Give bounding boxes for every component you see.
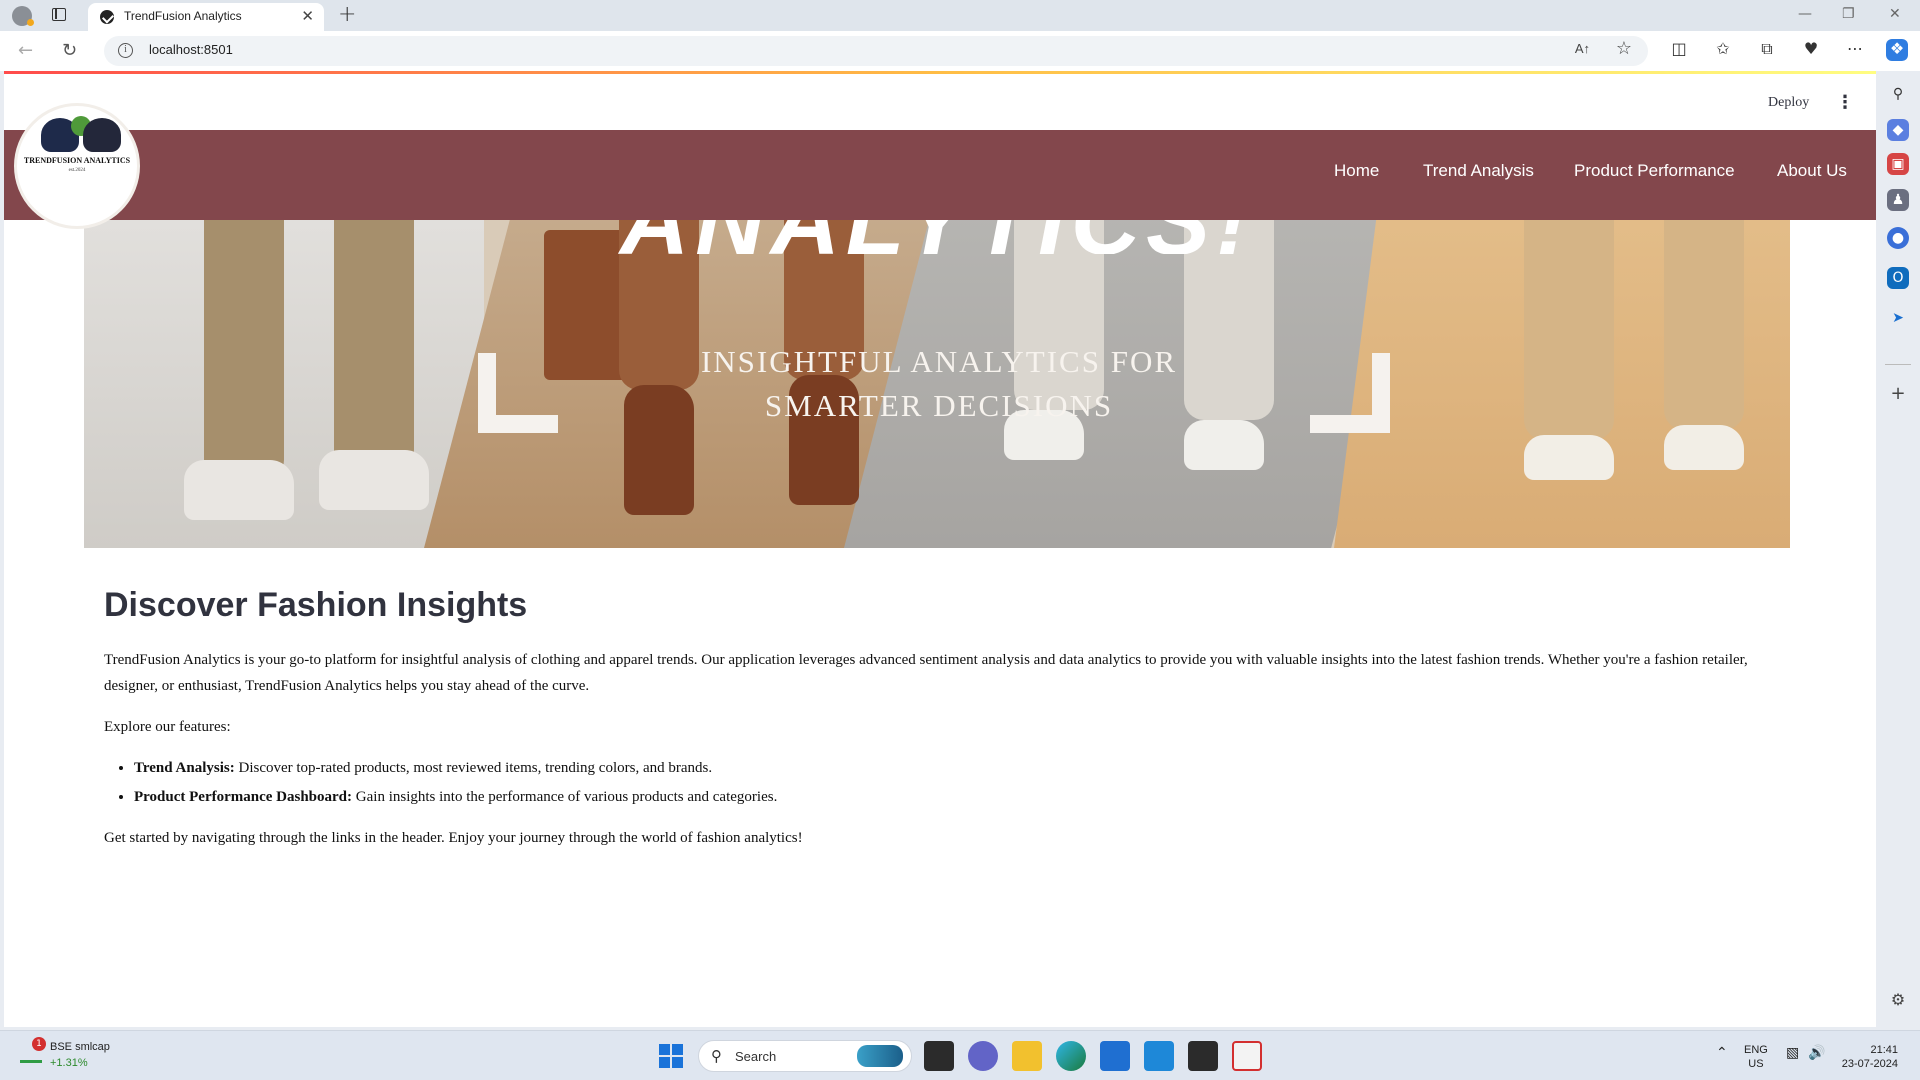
new-tab-button[interactable]: +	[338, 2, 356, 27]
feature-title: Trend Analysis:	[134, 760, 235, 776]
hero-shoe	[1664, 425, 1744, 470]
hero-shoe	[319, 450, 429, 510]
streamlit-decoration-bar	[4, 71, 1876, 74]
web-page: Deploy ⋮ ANALYTICS! INSIGHTFUL ANALYTICS…	[4, 71, 1876, 1027]
main-menu-icon[interactable]: ⋮	[1836, 93, 1854, 113]
nav-product-performance[interactable]: Product Performance	[1574, 161, 1735, 181]
site-favicon-icon	[100, 10, 114, 24]
main-content: Discover Fashion Insights TrendFusion An…	[104, 586, 1784, 866]
browser-essentials-icon[interactable]: ♥	[1800, 39, 1822, 61]
sidebar-outlook-icon[interactable]: O	[1887, 267, 1909, 289]
hero-bracket-right	[1310, 353, 1390, 433]
sidebar-shopping-icon[interactable]: ◆	[1887, 119, 1909, 141]
minimize-button[interactable]: —	[1798, 6, 1812, 22]
language-top: ENG	[1744, 1044, 1768, 1056]
start-button[interactable]	[656, 1041, 686, 1071]
volume-icon[interactable]: 🔊	[1808, 1045, 1825, 1059]
edge-sidebar: ⚲ ◆ ▣ ♟ ● O ➤ + ⚙	[1877, 71, 1920, 1027]
tab-title: TrendFusion Analytics	[124, 9, 242, 23]
sidebar-separator	[1885, 364, 1911, 365]
window-close-button[interactable]: ✕	[1889, 6, 1901, 22]
logo-figure-right	[83, 118, 121, 152]
feature-text: Gain insights into the performance of va…	[352, 789, 778, 805]
feature-title: Product Performance Dashboard:	[134, 789, 353, 805]
brand-logo[interactable]: TRENDFUSION ANALYTICS est.2024	[14, 103, 140, 229]
hero-shoe	[184, 460, 294, 520]
nav-about-us[interactable]: About Us	[1777, 161, 1847, 181]
collections-icon[interactable]: ⧉	[1756, 39, 1778, 61]
vscode-icon[interactable]	[1144, 1041, 1174, 1071]
windows-taskbar: 1 BSE smlcap +1.31% ⚲ Search ⌃ ENG US ▧ …	[0, 1030, 1920, 1080]
read-aloud-icon[interactable]: A↑	[1575, 41, 1590, 56]
page-heading: Discover Fashion Insights	[104, 586, 528, 624]
clock[interactable]: 21:41 23-07-2024	[1834, 1043, 1898, 1071]
features-lead: Explore our features:	[104, 719, 231, 735]
language-indicator[interactable]: ENG US	[1744, 1043, 1768, 1071]
tab-actions-icon[interactable]	[52, 8, 66, 21]
refresh-icon[interactable]: ↻	[62, 40, 77, 61]
sidebar-tools-icon[interactable]: ▣	[1887, 153, 1909, 175]
copilot-icon[interactable]: ❖	[1886, 39, 1908, 61]
profile-avatar-icon[interactable]	[12, 6, 34, 26]
back-icon[interactable]: ←	[18, 40, 33, 61]
search-icon: ⚲	[711, 1047, 722, 1065]
feature-item: Product Performance Dashboard: Gain insi…	[134, 784, 1784, 810]
url-field[interactable]: i localhost:8501 A↑ ☆	[104, 36, 1648, 66]
split-screen-icon[interactable]: ◫	[1668, 39, 1690, 61]
sidebar-search-icon[interactable]: ⚲	[1887, 83, 1909, 105]
taskbar-search[interactable]: ⚲ Search	[698, 1040, 912, 1072]
clock-time: 21:41	[1870, 1044, 1898, 1056]
sidebar-settings-icon[interactable]: ⚙	[1887, 989, 1909, 1011]
sidebar-games-icon[interactable]: ♟	[1887, 189, 1909, 211]
tab-close-icon[interactable]: ✕	[301, 7, 314, 25]
stock-change: +1.31%	[50, 1057, 88, 1069]
search-label: Search	[735, 1049, 777, 1064]
feature-text: Discover top-rated products, most review…	[234, 760, 713, 776]
hero-subtitle: INSIGHTFUL ANALYTICS FOR SMARTER DECISIO…	[700, 344, 1178, 423]
logo-est: est.2024	[68, 168, 86, 173]
language-bottom: US	[1748, 1058, 1764, 1070]
restore-button[interactable]: ❐	[1842, 6, 1855, 22]
tray-overflow-icon[interactable]: ⌃	[1716, 1045, 1728, 1059]
sidebar-add-icon[interactable]: +	[1887, 383, 1909, 405]
snipping-tool-icon[interactable]	[1232, 1041, 1262, 1071]
site-info-icon[interactable]: i	[118, 43, 133, 58]
site-header: Home Trend Analysis Product Performance …	[4, 130, 1876, 220]
outro-paragraph: Get started by navigating through the li…	[104, 830, 803, 846]
nav-trend-analysis[interactable]: Trend Analysis	[1423, 161, 1534, 181]
address-bar-row: ← ↻ i localhost:8501 A↑ ☆ ◫ ✩ ⧉ ♥ ⋯ ❖	[0, 31, 1920, 71]
microsoft-store-icon[interactable]	[1100, 1041, 1130, 1071]
favorites-icon[interactable]: ✩	[1712, 39, 1734, 61]
task-view-icon[interactable]	[924, 1041, 954, 1071]
hero-shoe	[1524, 435, 1614, 480]
intro-paragraph: TrendFusion Analytics is your go-to plat…	[104, 652, 1748, 694]
hero-banner-image: ANALYTICS! INSIGHTFUL ANALYTICS FOR SMAR…	[84, 190, 1790, 548]
browser-tab[interactable]: TrendFusion Analytics ✕	[88, 3, 324, 31]
clock-date: 23-07-2024	[1841, 1058, 1898, 1070]
hero-bracket-left	[478, 353, 558, 433]
feature-item: Trend Analysis: Discover top-rated produ…	[134, 755, 1784, 781]
terminal-icon[interactable]	[1188, 1041, 1218, 1071]
notification-badge: 1	[32, 1037, 46, 1051]
network-icon[interactable]: ▧	[1786, 1045, 1799, 1059]
edge-browser-icon[interactable]	[1056, 1041, 1086, 1071]
teams-chat-icon[interactable]	[968, 1041, 998, 1071]
browser-tab-strip: TrendFusion Analytics ✕ + — ❐ ✕	[0, 0, 1920, 31]
sidebar-microsoft365-icon[interactable]: ●	[1887, 227, 1909, 249]
logo-text: TRENDFUSION ANALYTICS	[23, 156, 131, 165]
file-explorer-icon[interactable]	[1012, 1041, 1042, 1071]
url-text[interactable]: localhost:8501	[149, 42, 233, 57]
nav-home[interactable]: Home	[1334, 161, 1379, 181]
stock-name: BSE smlcap	[50, 1041, 110, 1053]
feature-list: Trend Analysis: Discover top-rated produ…	[134, 755, 1784, 810]
sidebar-drop-icon[interactable]: ➤	[1887, 307, 1909, 329]
deploy-button[interactable]: Deploy	[1768, 95, 1809, 111]
settings-more-icon[interactable]: ⋯	[1844, 39, 1866, 61]
favorite-star-icon[interactable]: ☆	[1616, 38, 1632, 59]
search-highlight-icon	[857, 1045, 903, 1067]
